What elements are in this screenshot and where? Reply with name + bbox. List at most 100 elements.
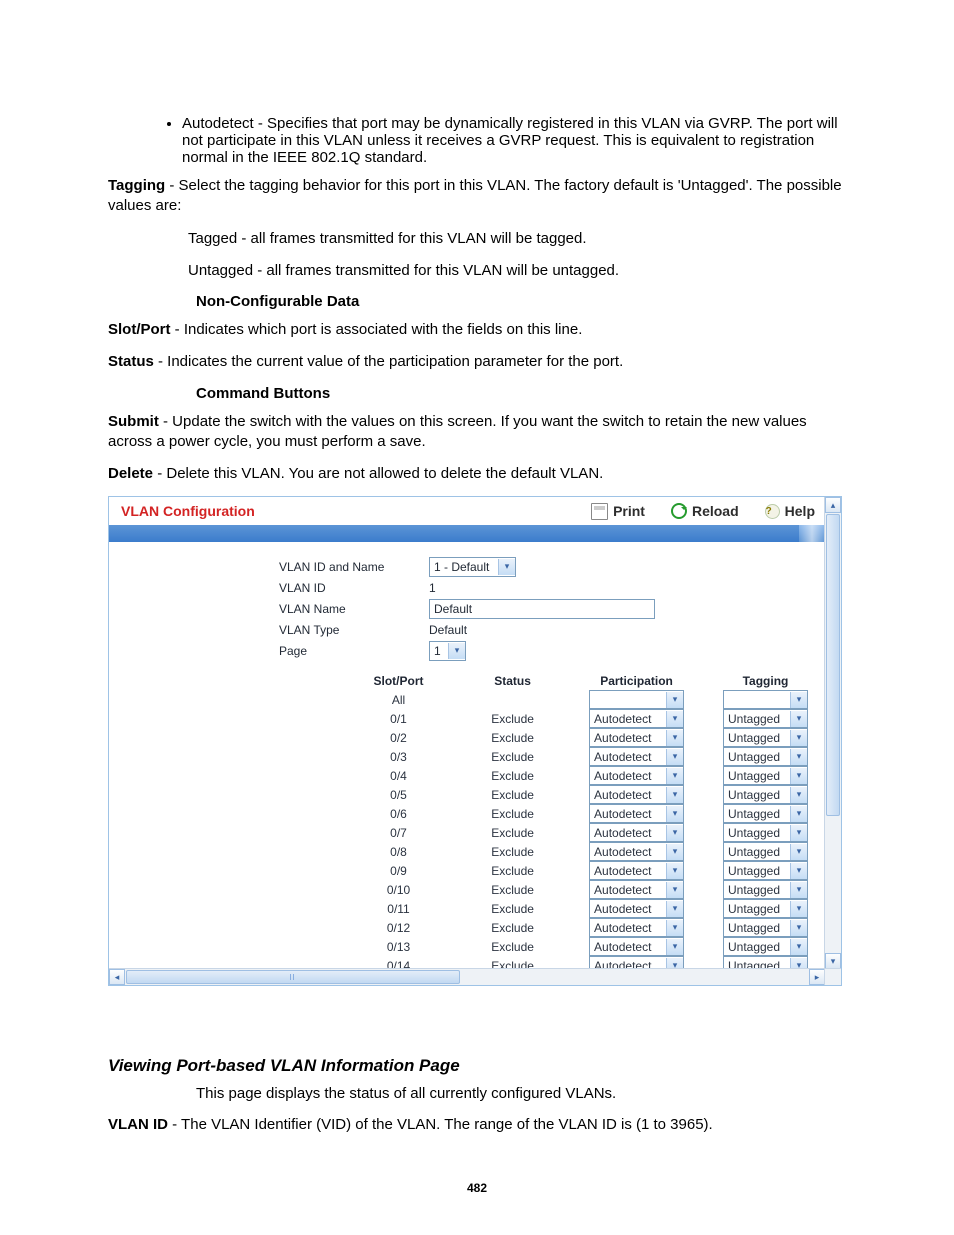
chevron-down-icon: ▾ [666, 711, 683, 727]
select-participation-0-1[interactable]: Autodetect▾ [589, 709, 684, 728]
vertical-scrollbar[interactable]: ▴ ▾ [824, 497, 841, 969]
cell-port: 0/13 [339, 940, 458, 954]
select-tagging-0-12-value: Untagged [724, 921, 790, 935]
horizontal-scrollbar[interactable]: ◂ ▸ [109, 968, 841, 985]
select-participation-0-9[interactable]: Autodetect▾ [589, 861, 684, 880]
select-participation-0-6[interactable]: Autodetect▾ [589, 804, 684, 823]
chevron-down-icon: ▾ [666, 692, 683, 708]
chevron-down-icon: ▾ [666, 939, 683, 955]
scroll-up-button[interactable]: ▴ [825, 497, 841, 513]
select-tagging-0-12[interactable]: Untagged▾ [723, 918, 808, 937]
select-participation-0-5[interactable]: Autodetect▾ [589, 785, 684, 804]
select-tagging-0-7[interactable]: Untagged▾ [723, 823, 808, 842]
select-participation-0-6-value: Autodetect [590, 807, 666, 821]
select-vlan-id-and-name[interactable]: 1 - Default ▾ [429, 557, 516, 577]
select-tagging-0-5[interactable]: Untagged▾ [723, 785, 808, 804]
select-participation-0-7[interactable]: Autodetect▾ [589, 823, 684, 842]
select-tagging-0-2-value: Untagged [724, 731, 790, 745]
select-participation-all[interactable]: ▾ [589, 690, 684, 709]
select-participation-0-3[interactable]: Autodetect▾ [589, 747, 684, 766]
grid-row-0-1: 0/1ExcludeAutodetect▾Untagged▾ [339, 709, 825, 728]
select-tagging-0-6[interactable]: Untagged▾ [723, 804, 808, 823]
header-status: Status [458, 674, 567, 688]
app-title: VLAN Configuration [121, 503, 255, 519]
chevron-down-icon: ▾ [790, 692, 807, 708]
select-tagging-0-9[interactable]: Untagged▾ [723, 861, 808, 880]
select-tagging-0-4[interactable]: Untagged▾ [723, 766, 808, 785]
scroll-right-button[interactable]: ▸ [809, 969, 825, 985]
reload-label: Reload [692, 503, 739, 519]
horizontal-scroll-thumb[interactable] [126, 970, 460, 984]
bullet-list: Autodetect - Specifies that port may be … [108, 115, 846, 166]
select-tagging-0-2[interactable]: Untagged▾ [723, 728, 808, 747]
cell-port: 0/12 [339, 921, 458, 935]
scroll-down-button[interactable]: ▾ [825, 953, 841, 969]
chevron-down-icon: ▾ [666, 882, 683, 898]
term-vlanid: VLAN ID [108, 1116, 168, 1133]
input-vlan-name[interactable]: Default [429, 599, 655, 619]
chevron-down-icon: ▾ [666, 730, 683, 746]
select-participation-0-11[interactable]: Autodetect▾ [589, 899, 684, 918]
label-vlan-id-and-name: VLAN ID and Name [279, 560, 429, 574]
cell-port: 0/9 [339, 864, 458, 878]
cell-port: All [339, 693, 458, 707]
chevron-down-icon: ▾ [790, 768, 807, 784]
section-title-viewing: Viewing Port-based VLAN Information Page [108, 1056, 846, 1076]
label-page: Page [279, 644, 429, 658]
para-vlanid: VLAN ID - The VLAN Identifier (VID) of t… [108, 1115, 846, 1135]
text-status: - Indicates the current value of the par… [154, 353, 623, 370]
scroll-left-button[interactable]: ◂ [109, 969, 125, 985]
term-delete: Delete [108, 465, 153, 482]
select-tagging-0-9-value: Untagged [724, 864, 790, 878]
select-participation-0-8[interactable]: Autodetect▾ [589, 842, 684, 861]
select-tagging-0-8[interactable]: Untagged▾ [723, 842, 808, 861]
vertical-scroll-thumb[interactable] [826, 514, 840, 816]
select-participation-0-1-value: Autodetect [590, 712, 666, 726]
grid-row-0-8: 0/8ExcludeAutodetect▾Untagged▾ [339, 842, 825, 861]
chevron-down-icon: ▾ [790, 882, 807, 898]
select-participation-0-13[interactable]: Autodetect▾ [589, 937, 684, 956]
cell-port: 0/3 [339, 750, 458, 764]
select-tagging-0-5-value: Untagged [724, 788, 790, 802]
print-label: Print [613, 503, 645, 519]
app-titlebar: VLAN Configuration Print Reload Help [109, 497, 825, 525]
help-label: Help [785, 503, 815, 519]
vlan-configuration-app: VLAN Configuration Print Reload Help VLA… [108, 496, 842, 986]
chevron-down-icon: ▾ [666, 844, 683, 860]
cell-status: Exclude [458, 769, 567, 783]
select-tagging-0-11[interactable]: Untagged▾ [723, 899, 808, 918]
help-button[interactable]: Help [765, 503, 815, 519]
select-participation-0-10[interactable]: Autodetect▾ [589, 880, 684, 899]
select-tagging-0-10[interactable]: Untagged▾ [723, 880, 808, 899]
reload-button[interactable]: Reload [671, 503, 739, 519]
select-tagging-0-1[interactable]: Untagged▾ [723, 709, 808, 728]
select-tagging-0-3[interactable]: Untagged▾ [723, 747, 808, 766]
select-participation-0-4[interactable]: Autodetect▾ [589, 766, 684, 785]
select-participation-0-13-value: Autodetect [590, 940, 666, 954]
select-tagging-all[interactable]: ▾ [723, 690, 808, 709]
select-tagging-0-7-value: Untagged [724, 826, 790, 840]
select-participation-0-2[interactable]: Autodetect▾ [589, 728, 684, 747]
select-page[interactable]: 1 ▾ [429, 641, 466, 661]
term-autodetect: Autodetect [182, 115, 254, 132]
grid-row-0-11: 0/11ExcludeAutodetect▾Untagged▾ [339, 899, 825, 918]
select-tagging-0-13[interactable]: Untagged▾ [723, 937, 808, 956]
para-tagging: Tagging - Select the tagging behavior fo… [108, 176, 846, 217]
para-untagged: Untagged - all frames transmitted for th… [148, 261, 846, 281]
select-tagging-0-8-value: Untagged [724, 845, 790, 859]
select-tagging-0-6-value: Untagged [724, 807, 790, 821]
chevron-down-icon: ▾ [666, 825, 683, 841]
chevron-down-icon: ▾ [790, 825, 807, 841]
select-participation-0-12[interactable]: Autodetect▾ [589, 918, 684, 937]
chevron-down-icon: ▾ [790, 920, 807, 936]
select-participation-0-10-value: Autodetect [590, 883, 666, 897]
cell-port: 0/11 [339, 902, 458, 916]
chevron-down-icon: ▾ [790, 730, 807, 746]
cell-status: Exclude [458, 845, 567, 859]
print-button[interactable]: Print [591, 503, 645, 520]
cell-status: Exclude [458, 788, 567, 802]
select-tagging-0-11-value: Untagged [724, 902, 790, 916]
text-delete: - Delete this VLAN. You are not allowed … [153, 465, 603, 482]
grid-row-0-9: 0/9ExcludeAutodetect▾Untagged▾ [339, 861, 825, 880]
cell-status: Exclude [458, 750, 567, 764]
